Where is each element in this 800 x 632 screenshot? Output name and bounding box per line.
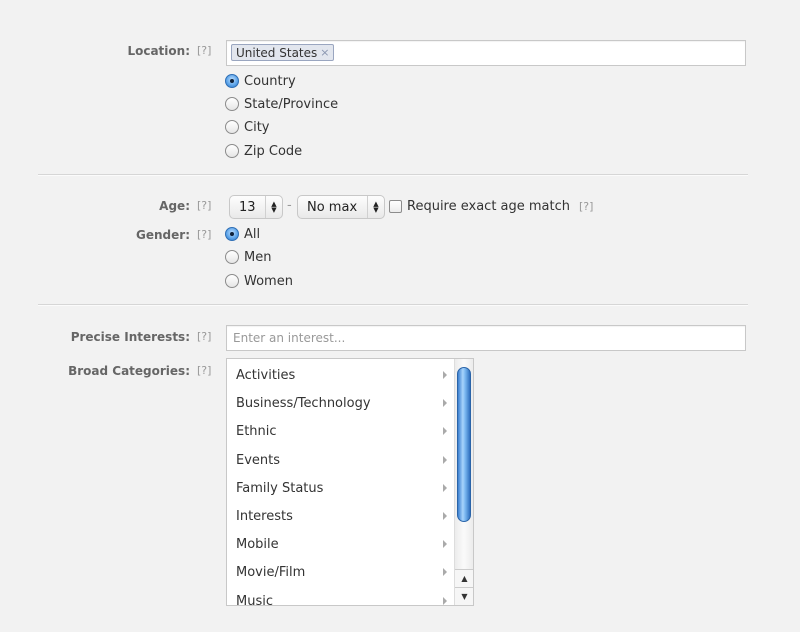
location-option-zip[interactable]: Zip Code xyxy=(225,141,302,161)
category-item-mobile[interactable]: Mobile xyxy=(227,530,455,558)
radio-icon[interactable] xyxy=(225,120,239,134)
section-divider xyxy=(38,174,748,176)
gender-option-men[interactable]: Men xyxy=(225,247,271,267)
remove-token-icon[interactable]: × xyxy=(320,45,329,61)
precise-interests-input[interactable] xyxy=(227,326,745,350)
chevron-right-icon xyxy=(443,484,447,492)
radio-icon[interactable] xyxy=(225,97,239,111)
location-option-country[interactable]: Country xyxy=(225,71,296,91)
location-option-label: State/Province xyxy=(244,96,339,112)
category-item-ethnic[interactable]: Ethnic xyxy=(227,417,455,445)
location-option-state[interactable]: State/Province xyxy=(225,94,338,114)
scrollbar[interactable]: ▲ ▼ xyxy=(454,359,473,605)
chevron-right-icon xyxy=(443,597,447,605)
gender-help-link[interactable]: [?] xyxy=(197,228,211,241)
category-item-interests[interactable]: Interests xyxy=(227,502,455,530)
precise-interests-field[interactable] xyxy=(226,325,746,351)
section-divider xyxy=(38,304,748,306)
location-token: United States × xyxy=(231,44,335,61)
scroll-down-button[interactable]: ▼ xyxy=(455,587,473,605)
chevron-right-icon xyxy=(443,568,447,576)
location-option-label: Country xyxy=(244,73,296,89)
age-max-select[interactable]: No max ▲ ▼ xyxy=(297,195,385,219)
age-range-separator: - xyxy=(287,198,292,213)
location-option-city[interactable]: City xyxy=(225,117,269,137)
age-min-select[interactable]: 13 ▲ ▼ xyxy=(229,195,283,219)
chevron-right-icon xyxy=(443,371,447,379)
radio-icon[interactable] xyxy=(225,144,239,158)
chevron-right-icon xyxy=(443,427,447,435)
chevron-right-icon xyxy=(443,512,447,520)
location-input[interactable]: United States × xyxy=(226,40,746,66)
exact-age-label[interactable]: Require exact age match xyxy=(407,199,570,214)
select-arrows-icon: ▲ ▼ xyxy=(265,196,282,218)
select-arrows-icon: ▲ ▼ xyxy=(367,196,384,218)
scrollbar-thumb[interactable] xyxy=(457,367,471,522)
age-help-link[interactable]: [?] xyxy=(197,199,211,212)
category-label: Movie/Film xyxy=(236,564,306,580)
radio-icon[interactable] xyxy=(225,274,239,288)
location-option-label: Zip Code xyxy=(244,143,303,159)
precise-interests-label: Precise Interests: xyxy=(70,330,190,344)
category-label: Family Status xyxy=(236,480,324,496)
scroll-up-button[interactable]: ▲ xyxy=(455,569,473,587)
gender-option-label: All xyxy=(244,226,261,242)
age-label: Age: xyxy=(159,199,190,213)
category-label: Ethnic xyxy=(236,423,277,439)
category-item-events[interactable]: Events xyxy=(227,446,455,474)
broad-categories-list[interactable]: Activities Business/Technology Ethnic Ev… xyxy=(226,358,474,606)
exact-age-help-link[interactable]: [?] xyxy=(579,200,593,213)
category-label: Business/Technology xyxy=(236,395,371,411)
gender-option-women[interactable]: Women xyxy=(225,271,293,291)
category-item-business-technology[interactable]: Business/Technology xyxy=(227,389,455,417)
age-max-value: No max xyxy=(307,199,358,215)
gender-option-label: Men xyxy=(244,249,272,265)
radio-checked-icon[interactable] xyxy=(225,227,239,241)
radio-icon[interactable] xyxy=(225,250,239,264)
gender-label: Gender: xyxy=(136,228,190,242)
exact-age-checkbox[interactable] xyxy=(389,200,402,213)
broad-categories-label: Broad Categories: xyxy=(68,364,190,378)
chevron-right-icon xyxy=(443,399,447,407)
location-label: Location: xyxy=(127,44,190,58)
location-option-label: City xyxy=(244,119,270,135)
radio-checked-icon[interactable] xyxy=(225,74,239,88)
category-label: Activities xyxy=(236,367,296,383)
category-label: Mobile xyxy=(236,536,279,552)
age-min-value: 13 xyxy=(239,199,256,215)
category-label: Interests xyxy=(236,508,293,524)
category-item-activities[interactable]: Activities xyxy=(227,361,455,389)
chevron-right-icon xyxy=(443,540,447,548)
location-help-link[interactable]: [?] xyxy=(197,44,211,57)
gender-option-label: Women xyxy=(244,273,293,289)
category-item-family-status[interactable]: Family Status xyxy=(227,474,455,502)
broad-categories-help-link[interactable]: [?] xyxy=(197,364,211,377)
category-item-movie-film[interactable]: Movie/Film xyxy=(227,558,455,586)
category-label: Music xyxy=(236,593,273,606)
gender-option-all[interactable]: All xyxy=(225,224,260,244)
location-token-label: United States xyxy=(236,45,318,60)
chevron-right-icon xyxy=(443,456,447,464)
precise-interests-help-link[interactable]: [?] xyxy=(197,330,211,343)
category-item-music[interactable]: Music xyxy=(227,587,455,606)
category-label: Events xyxy=(236,452,281,468)
